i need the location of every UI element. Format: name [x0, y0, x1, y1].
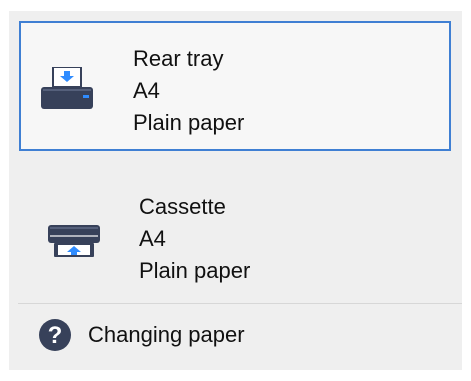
rear-tray-type: Plain paper	[133, 110, 245, 135]
rear-tray-option[interactable]: Rear tray A4 Plain paper	[19, 21, 451, 151]
rear-tray-size: A4	[133, 78, 160, 103]
cassette-source: Cassette	[139, 194, 226, 219]
cassette-option[interactable]: Cassette A4 Plain paper	[9, 171, 462, 302]
changing-paper-label: Changing paper	[88, 322, 245, 347]
rear-tray-source: Rear tray	[133, 46, 224, 71]
svg-text:?: ?	[48, 322, 63, 349]
rear-tray-printer-icon	[41, 67, 93, 109]
question-icon: ?	[39, 319, 71, 351]
divider	[18, 303, 462, 304]
cassette-type: Plain paper	[139, 258, 251, 283]
changing-paper-link[interactable]: ? Changing paper	[38, 316, 438, 356]
cassette-printer-icon	[48, 225, 100, 257]
cassette-size: A4	[139, 226, 166, 251]
